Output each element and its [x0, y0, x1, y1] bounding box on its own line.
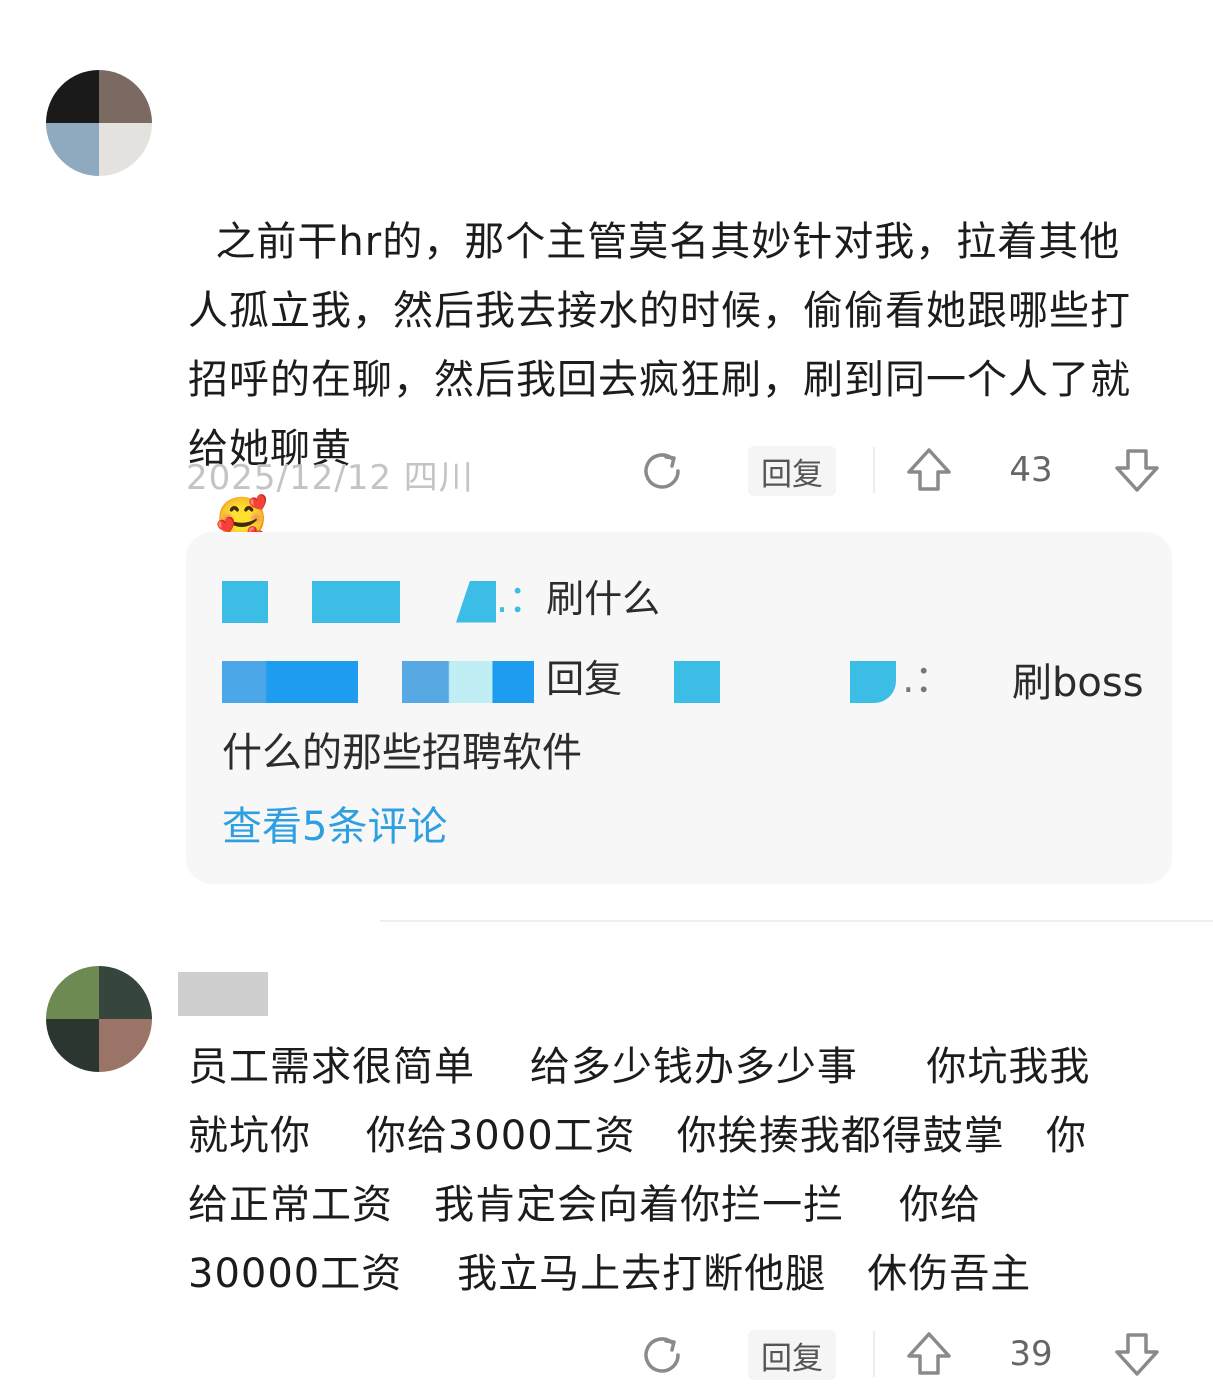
- comment-line: 员工需求很简单 给多少钱办多少事 你坑我我: [188, 1044, 1091, 1090]
- comment-body: 之前干hr的，那个主管莫名其妙针对我，拉着其他人孤立我，然后我去接水的时候，偷偷…: [188, 219, 1131, 472]
- reply-text: 刷什么: [546, 577, 661, 621]
- upvote-icon[interactable]: [904, 1329, 954, 1379]
- username-mask[interactable]: [222, 580, 268, 623]
- downvote-icon[interactable]: [1112, 445, 1162, 495]
- reply-text-wrap: 刷boss 什么的那些招聘软件: [222, 648, 1152, 808]
- comment-line: 30000工资 我立马上去打断他腿 休伤吾主: [188, 1251, 1032, 1297]
- upvote-icon[interactable]: [904, 445, 954, 495]
- avatar[interactable]: [46, 70, 152, 176]
- reply-button[interactable]: 回复: [748, 1330, 836, 1380]
- view-more-replies-link[interactable]: 查看5条评论: [222, 794, 447, 852]
- reply-button[interactable]: 回复: [748, 446, 836, 496]
- divider: [380, 920, 1213, 922]
- comment-line: 给正常工资 我肯定会向着你拦一拦 你给: [188, 1182, 982, 1228]
- reply-item[interactable]: .：刷什么: [222, 568, 660, 623]
- comment-meta: 2025/12/12 四川: [186, 458, 474, 498]
- divider: [873, 447, 875, 493]
- share-icon[interactable]: [638, 1331, 686, 1379]
- divider: [873, 1331, 875, 1377]
- share-icon[interactable]: [638, 447, 686, 495]
- username-mask[interactable]: [312, 580, 400, 623]
- comment-line: 就坑你 你给3000工资 你挨揍我都得鼓掌 你: [188, 1113, 1087, 1159]
- username-mask[interactable]: [456, 580, 496, 623]
- downvote-icon[interactable]: [1112, 1329, 1162, 1379]
- reply-text: 刷boss 什么的那些招聘软件: [222, 660, 1144, 776]
- like-count: 39: [1009, 1334, 1053, 1374]
- comment-text: 员工需求很简单 给多少钱办多少事 你坑我我 就坑你 你给3000工资 你挨揍我都…: [188, 1033, 1198, 1309]
- like-count: 43: [1009, 450, 1053, 490]
- reply-separator: .：: [496, 577, 547, 621]
- avatar[interactable]: [46, 966, 152, 1072]
- username-mask[interactable]: [178, 972, 268, 1016]
